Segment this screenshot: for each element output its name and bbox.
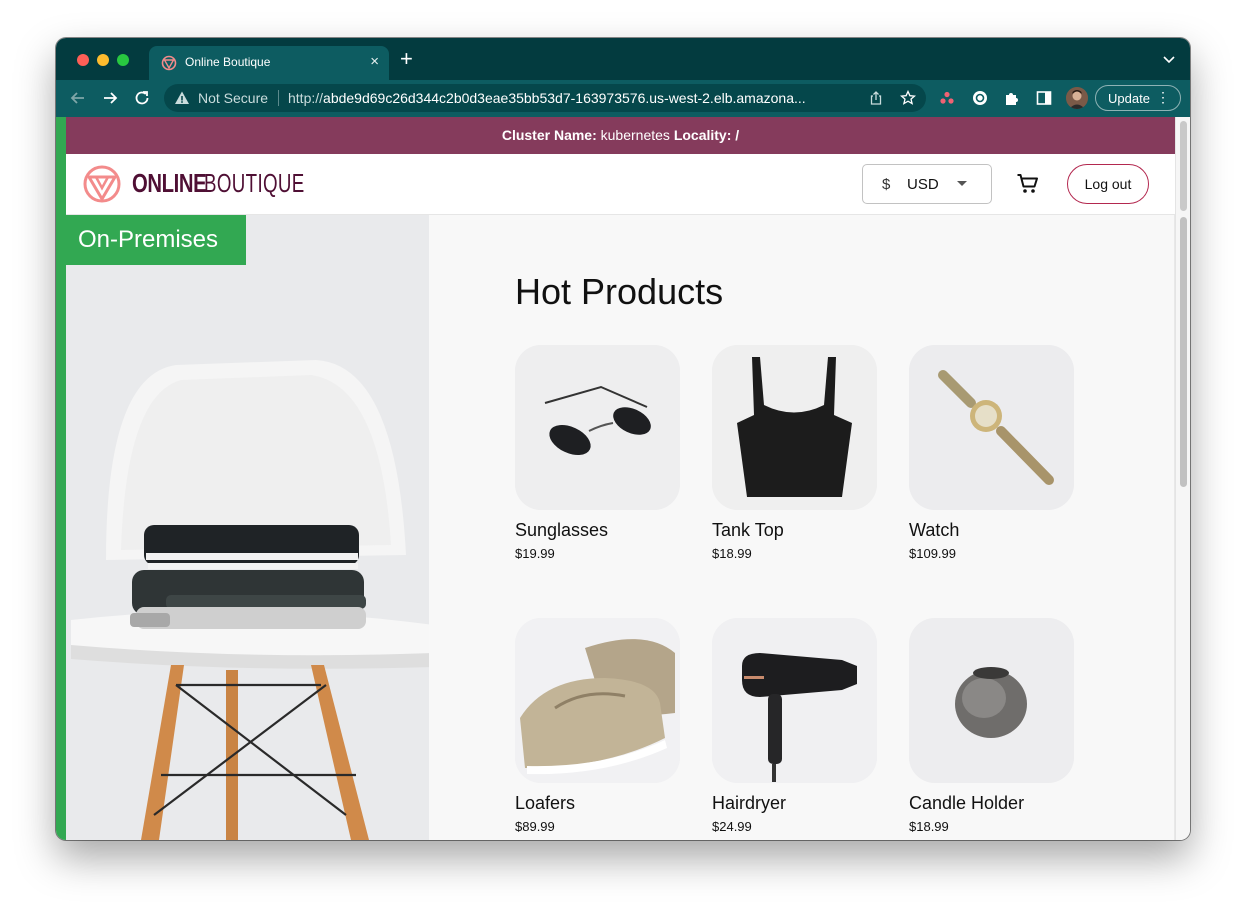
url-text[interactable]: http://abde9d69c26d344c2b0d3eae35bb53d7-… xyxy=(288,90,806,106)
scroll-thumb-top[interactable] xyxy=(1180,121,1187,211)
hot-products-section: Hot Products Sunglasses $19.99 Tank Top … xyxy=(429,215,1175,840)
reload-icon[interactable] xyxy=(132,88,152,108)
currency-code: USD xyxy=(907,176,939,193)
chair-clothes-image xyxy=(66,215,429,840)
product-name[interactable]: Tank Top xyxy=(712,520,784,541)
warning-icon[interactable] xyxy=(174,90,190,106)
chevron-down-icon[interactable] xyxy=(1162,52,1176,66)
back-arrow-icon[interactable] xyxy=(68,88,88,108)
cluster-name-label: Cluster Name: xyxy=(501,127,597,143)
maximize-window-button[interactable] xyxy=(117,54,129,66)
hairdryer-image xyxy=(712,618,877,783)
sunglasses-image xyxy=(515,345,680,510)
profile-avatar[interactable] xyxy=(1066,87,1088,109)
update-label: Update xyxy=(1108,91,1150,106)
cluster-info-bar: Cluster Name: kubernetes Locality: / xyxy=(66,117,1175,154)
side-panel-icon[interactable] xyxy=(1035,89,1053,107)
tab-strip: Online Boutique × + xyxy=(56,38,1190,80)
new-tab-button[interactable]: + xyxy=(400,48,413,70)
address-bar[interactable]: Not Secure http://abde9d69c26d344c2b0d3e… xyxy=(164,84,926,112)
cart-icon[interactable] xyxy=(1016,172,1040,196)
browser-window: Online Boutique × + Not Secure http://ab… xyxy=(56,38,1190,840)
watch-image xyxy=(909,345,1074,510)
logo-text-bold[interactable]: ONLINE xyxy=(132,168,207,199)
tab-online-boutique[interactable]: Online Boutique × xyxy=(149,46,389,80)
on-premises-badge: On-Premises xyxy=(66,215,246,265)
more-menu-icon[interactable]: ⋮ xyxy=(1156,89,1170,105)
page-title: Hot Products xyxy=(515,271,724,312)
browser-toolbar: Not Secure http://abde9d69c26d344c2b0d3e… xyxy=(56,80,1190,117)
product-image[interactable] xyxy=(515,345,680,510)
minimize-window-button[interactable] xyxy=(97,54,109,66)
product-image[interactable] xyxy=(712,345,877,510)
dropdown-caret-icon xyxy=(957,181,967,186)
site-header: ONLINE BOUTIQUE $ USD Log out xyxy=(66,154,1175,215)
logo-text-light[interactable]: BOUTIQUE xyxy=(204,168,305,199)
logout-button[interactable]: Log out xyxy=(1067,164,1149,204)
update-button[interactable]: Update ⋮ xyxy=(1095,85,1181,111)
product-price: $24.99 xyxy=(712,819,752,834)
extension-circle-icon[interactable] xyxy=(971,89,989,107)
product-name[interactable]: Watch xyxy=(909,520,959,541)
product-name[interactable]: Loafers xyxy=(515,793,575,814)
product-name[interactable]: Candle Holder xyxy=(909,793,1024,814)
product-name[interactable]: Sunglasses xyxy=(515,520,608,541)
extension-dots-icon[interactable] xyxy=(938,89,956,107)
profile-photo-icon xyxy=(1066,87,1088,109)
address-divider xyxy=(278,90,279,106)
currency-symbol: $ xyxy=(882,176,891,193)
product-image[interactable] xyxy=(712,618,877,783)
product-price: $18.99 xyxy=(909,819,949,834)
boutique-logo-icon[interactable] xyxy=(82,164,122,204)
product-price: $109.99 xyxy=(909,546,956,561)
product-price: $18.99 xyxy=(712,546,752,561)
tab-title: Online Boutique xyxy=(185,55,271,69)
forward-arrow-icon[interactable] xyxy=(100,88,120,108)
hero-image-panel: On-Premises xyxy=(66,215,429,840)
security-status[interactable]: Not Secure xyxy=(198,90,268,106)
page-viewport: Cluster Name: kubernetes Locality: / ONL… xyxy=(66,117,1175,840)
product-price: $19.99 xyxy=(515,546,555,561)
tank-top-image xyxy=(712,345,877,510)
currency-select[interactable]: $ USD xyxy=(862,164,992,204)
close-window-button[interactable] xyxy=(77,54,89,66)
product-image[interactable] xyxy=(515,618,680,783)
candle-holder-image xyxy=(909,618,1074,783)
page-scrollbar[interactable] xyxy=(1175,117,1190,840)
locality-value: / xyxy=(735,127,740,143)
left-accent-stripe xyxy=(56,117,66,840)
scroll-thumb[interactable] xyxy=(1180,217,1187,487)
loafers-image xyxy=(515,618,680,783)
share-icon[interactable] xyxy=(868,90,884,106)
product-name[interactable]: Hairdryer xyxy=(712,793,786,814)
locality-label: Locality: xyxy=(673,127,732,143)
product-image[interactable] xyxy=(909,618,1074,783)
tab-close-icon[interactable]: × xyxy=(370,53,379,71)
product-image[interactable] xyxy=(909,345,1074,510)
puzzle-icon[interactable] xyxy=(1003,89,1021,107)
bookmark-star-icon[interactable] xyxy=(900,90,916,106)
cluster-name-value: kubernetes xyxy=(600,127,670,143)
boutique-favicon-icon xyxy=(161,55,177,71)
product-price: $89.99 xyxy=(515,819,555,834)
